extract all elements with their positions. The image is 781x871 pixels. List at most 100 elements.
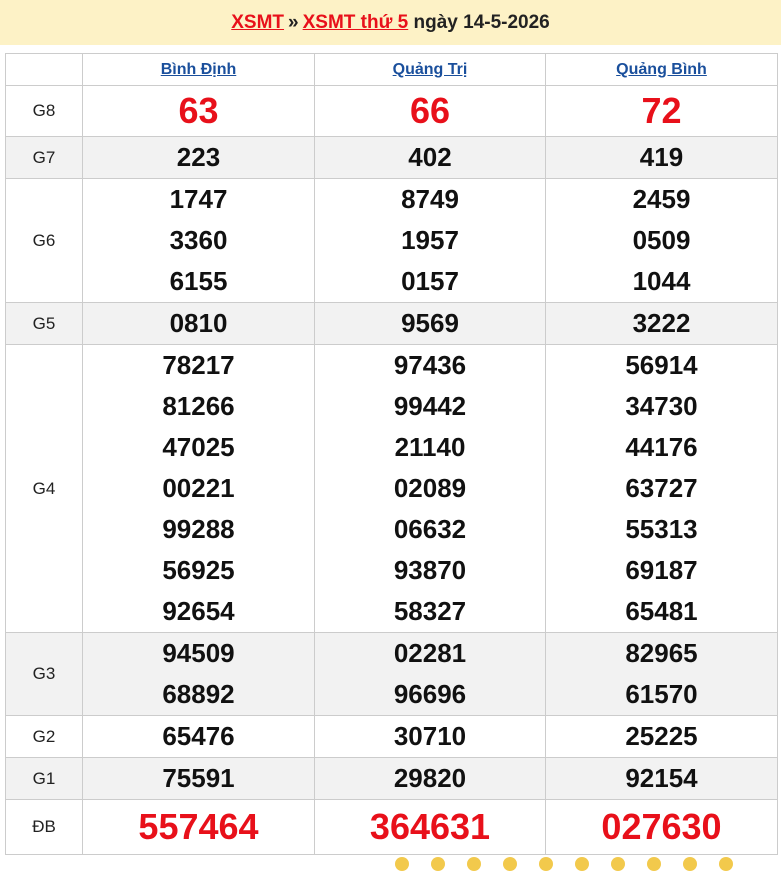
prize-cell: 30710 bbox=[314, 715, 546, 758]
prize-number: 92154 bbox=[625, 763, 698, 793]
prize-label: G5 bbox=[5, 302, 83, 345]
prize-cell: 29820 bbox=[314, 757, 546, 800]
prize-cell: 3222 bbox=[545, 302, 778, 345]
prize-cell: 63 bbox=[82, 85, 315, 137]
prize-number: 65476 bbox=[162, 721, 235, 751]
prize-label: G4 bbox=[5, 344, 83, 633]
prize-row-g2: G2 65476 30710 25225 bbox=[5, 715, 778, 758]
prize-label: G3 bbox=[5, 632, 83, 716]
prize-number: 56914 bbox=[625, 350, 698, 380]
prize-number: 97436 bbox=[393, 350, 467, 380]
results-table: Bình Định Quảng Trị Quảng Bình G8 63 66 … bbox=[5, 53, 778, 855]
dot-icon bbox=[575, 857, 589, 871]
xsmt-link[interactable]: XSMT bbox=[231, 12, 284, 33]
prize-cell: 66 bbox=[314, 85, 546, 137]
province-link-binh-dinh[interactable]: Bình Định bbox=[161, 61, 237, 78]
prize-cell: 223 bbox=[82, 136, 315, 179]
prize-cell: 92154 bbox=[545, 757, 778, 800]
prize-number: 30710 bbox=[393, 721, 467, 751]
prize-number: 223 bbox=[176, 142, 221, 172]
prize-cell: 72 bbox=[545, 85, 778, 137]
prize-number: 1957 bbox=[401, 225, 459, 255]
prize-cell: 402 bbox=[314, 136, 546, 179]
prize-number: 99288 bbox=[162, 514, 235, 544]
prize-label: G8 bbox=[5, 85, 83, 137]
province-header-row: Bình Định Quảng Trị Quảng Bình bbox=[5, 53, 778, 86]
prize-cell: 56914 34730 44176 63727 55313 69187 6548… bbox=[545, 344, 778, 633]
prize-cell: 75591 bbox=[82, 757, 315, 800]
prize-cell: 0810 bbox=[82, 302, 315, 345]
prize-number: 00221 bbox=[162, 473, 235, 503]
prize-cell: 65476 bbox=[82, 715, 315, 758]
special-prize-number: 027630 bbox=[601, 806, 722, 847]
prize-cell: 82965 61570 bbox=[545, 632, 778, 716]
prize-label: G2 bbox=[5, 715, 83, 758]
corner-cell bbox=[5, 53, 83, 86]
prize-number: 65481 bbox=[625, 596, 698, 626]
prize-cell: 2459 0509 1044 bbox=[545, 178, 778, 303]
prize-number: 93870 bbox=[393, 555, 467, 585]
dot-icon bbox=[431, 857, 445, 871]
prize-number: 66 bbox=[409, 90, 451, 131]
dot-icon bbox=[539, 857, 553, 871]
prize-number: 0509 bbox=[632, 225, 691, 255]
special-prize-number: 364631 bbox=[369, 806, 491, 847]
prize-number: 82965 bbox=[625, 638, 698, 668]
prize-number: 55313 bbox=[625, 514, 698, 544]
prize-number: 56925 bbox=[162, 555, 235, 585]
dot-icon bbox=[395, 857, 409, 871]
prize-number: 02281 bbox=[393, 638, 467, 668]
prize-number: 78217 bbox=[162, 350, 235, 380]
prize-number: 1044 bbox=[632, 266, 691, 296]
prize-number: 6155 bbox=[169, 266, 228, 296]
prize-number: 63 bbox=[178, 90, 219, 131]
special-prize-cell: 557464 bbox=[82, 799, 315, 855]
loading-dots bbox=[395, 857, 755, 871]
prize-number: 06632 bbox=[393, 514, 467, 544]
dot-icon bbox=[467, 857, 481, 871]
prize-number: 3360 bbox=[169, 225, 228, 255]
xsmt-thursday-link[interactable]: XSMT thứ 5 bbox=[303, 12, 409, 33]
dot-icon bbox=[647, 857, 661, 871]
prize-number: 25225 bbox=[625, 721, 698, 751]
results-header: XSMT» XSMT thứ 5 ngày 14-5-2026 bbox=[0, 0, 781, 45]
prize-number: 96696 bbox=[393, 679, 467, 709]
prize-number: 34730 bbox=[625, 391, 698, 421]
prize-number: 02089 bbox=[393, 473, 467, 503]
prize-number: 29820 bbox=[393, 763, 467, 793]
special-prize-number: 557464 bbox=[138, 806, 259, 847]
prize-number: 419 bbox=[639, 142, 684, 172]
prize-number: 0157 bbox=[401, 266, 459, 296]
special-prize-cell: 364631 bbox=[314, 799, 546, 855]
prize-cell: 9569 bbox=[314, 302, 546, 345]
prize-number: 1747 bbox=[169, 184, 228, 214]
prize-row-g7: G7 223 402 419 bbox=[5, 136, 778, 179]
prize-cell: 02281 96696 bbox=[314, 632, 546, 716]
prize-number: 8749 bbox=[401, 184, 459, 214]
prize-row-g6: G6 1747 3360 6155 8749 1957 0157 2459 05… bbox=[5, 178, 778, 303]
prize-number: 2459 bbox=[632, 184, 691, 214]
breadcrumb-separator: » bbox=[288, 12, 299, 33]
prize-row-g3: G3 94509 68892 02281 96696 82965 61570 bbox=[5, 632, 778, 716]
prize-number: 47025 bbox=[162, 432, 235, 462]
prize-row-g1: G1 75591 29820 92154 bbox=[5, 757, 778, 800]
dot-icon bbox=[719, 857, 733, 871]
prize-row-g4: G4 78217 81266 47025 00221 99288 56925 9… bbox=[5, 344, 778, 633]
prize-label: G7 bbox=[5, 136, 83, 179]
prize-row-g8: G8 63 66 72 bbox=[5, 85, 778, 137]
province-link-quang-binh[interactable]: Quảng Bình bbox=[616, 61, 707, 78]
prize-cell: 1747 3360 6155 bbox=[82, 178, 315, 303]
prize-number: 92654 bbox=[162, 596, 235, 626]
prize-row-g5: G5 0810 9569 3222 bbox=[5, 302, 778, 345]
prize-number: 94509 bbox=[162, 638, 235, 668]
prize-number: 58327 bbox=[393, 596, 467, 626]
province-link-quang-tri[interactable]: Quảng Trị bbox=[393, 61, 468, 78]
prize-cell: 78217 81266 47025 00221 99288 56925 9265… bbox=[82, 344, 315, 633]
dot-icon bbox=[503, 857, 517, 871]
prize-label: ĐB bbox=[5, 799, 83, 855]
prize-number: 21140 bbox=[394, 432, 466, 462]
prize-number: 61570 bbox=[625, 679, 698, 709]
prize-number: 3222 bbox=[632, 308, 691, 338]
prize-row-special: ĐB 557464 364631 027630 bbox=[5, 799, 778, 855]
prize-cell: 419 bbox=[545, 136, 778, 179]
